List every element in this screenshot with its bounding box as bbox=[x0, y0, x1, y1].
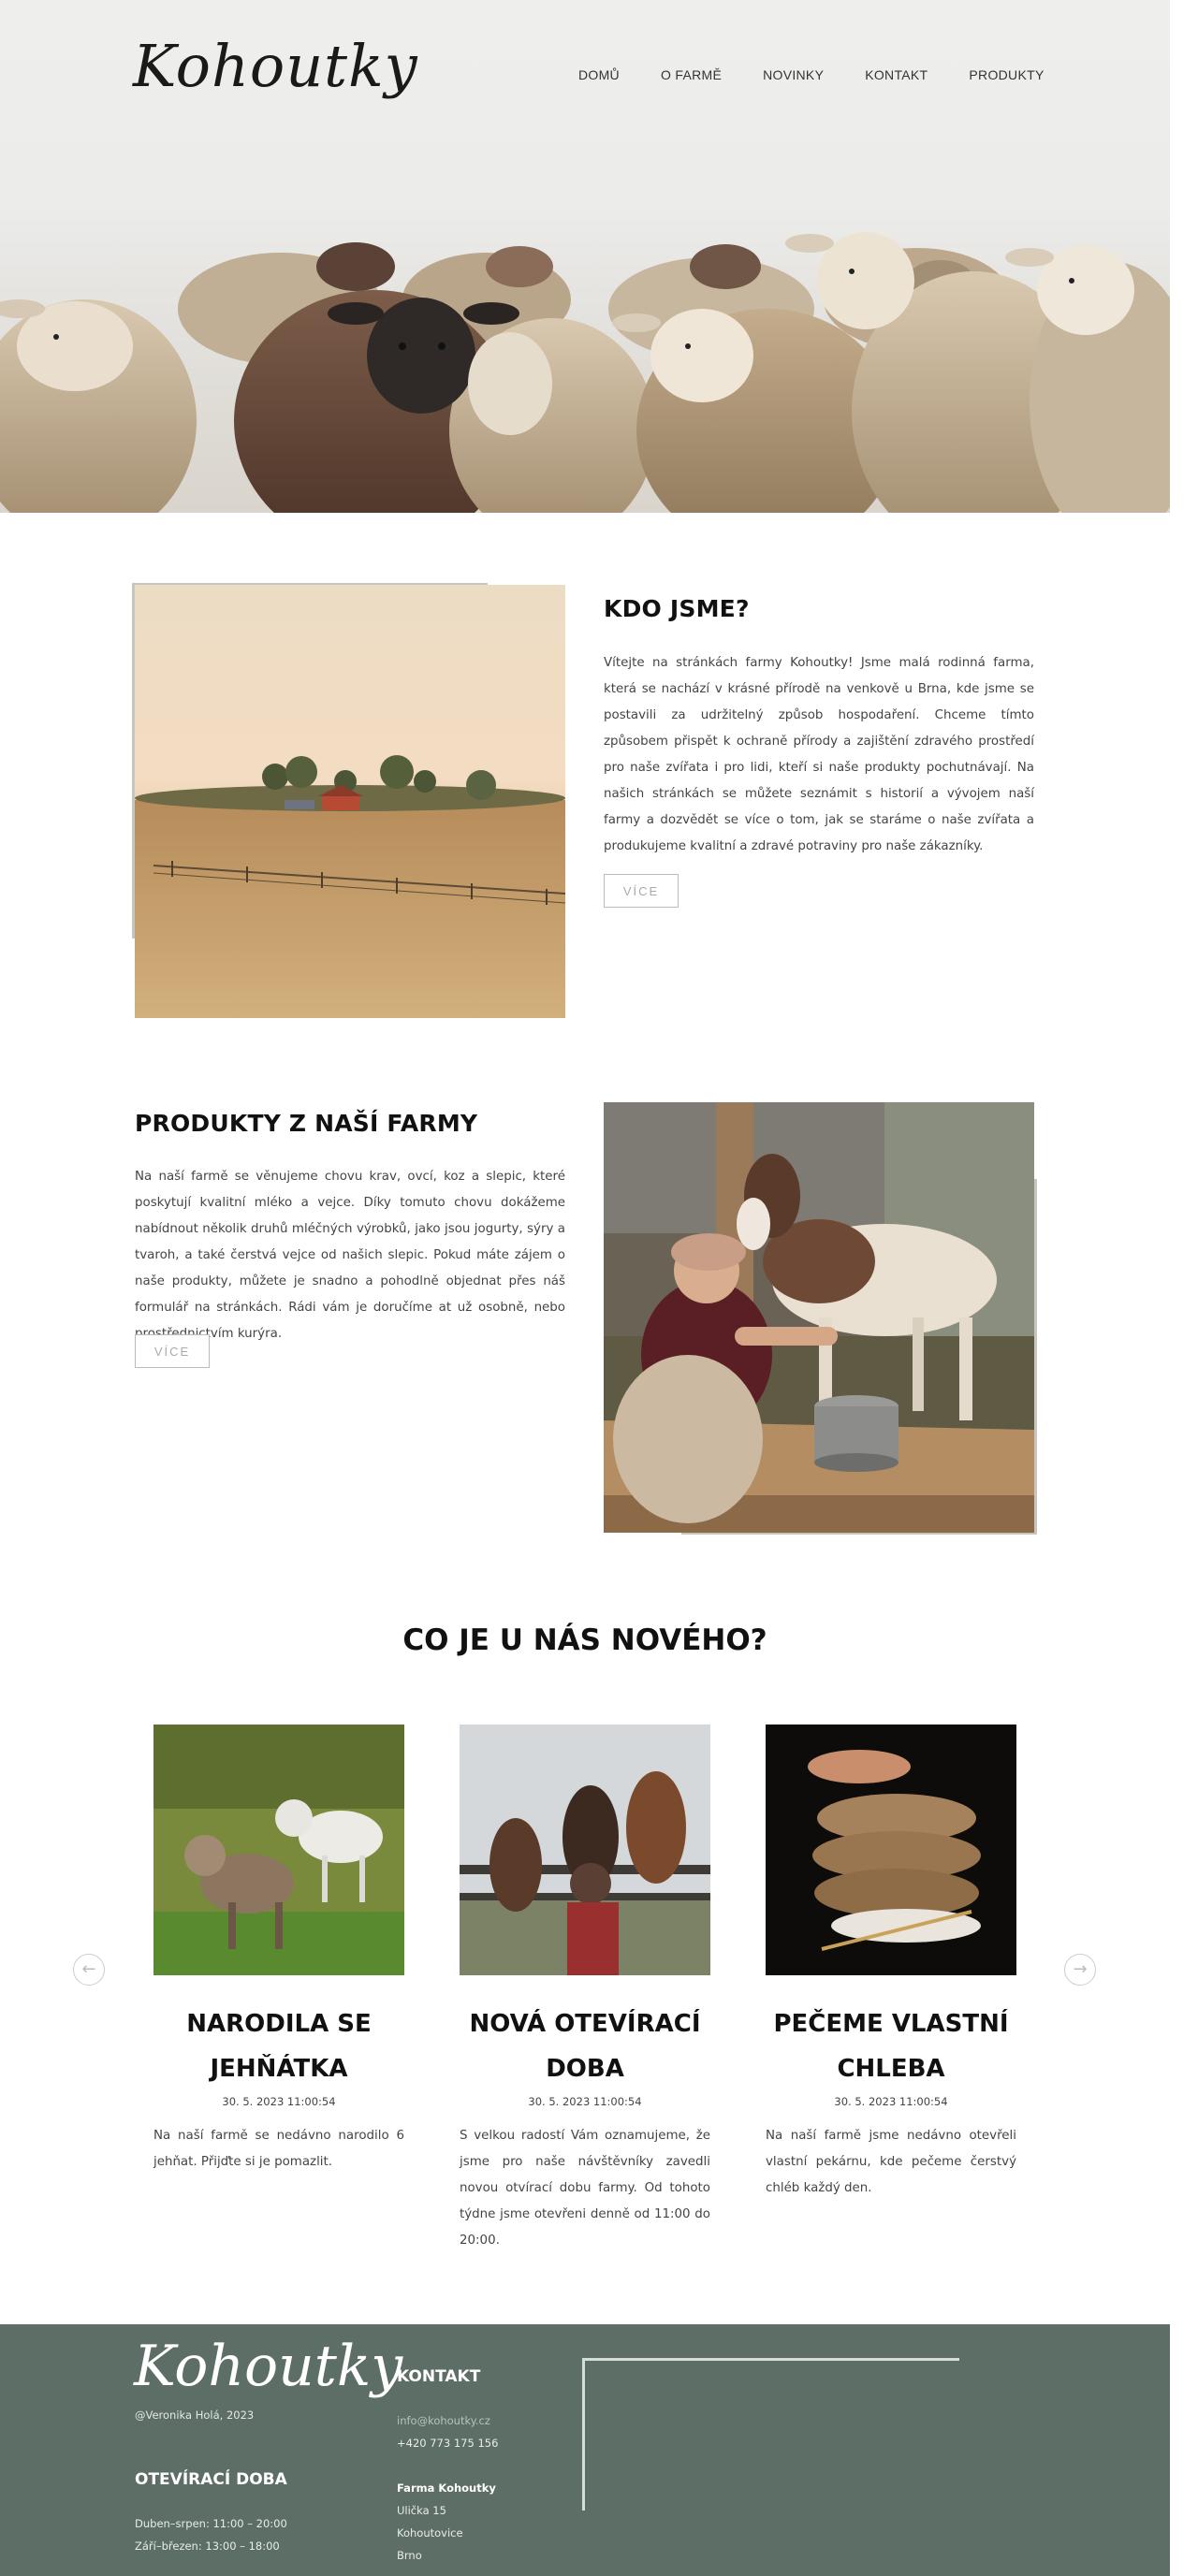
products-more-button[interactable]: VÍCE bbox=[135, 1334, 210, 1368]
products-title: PRODUKTY Z NAŠÍ FARMY bbox=[135, 1110, 478, 1137]
farm-photo bbox=[135, 585, 565, 1018]
news-card-title[interactable]: NARODILA SE JEHŇÁTKA bbox=[153, 2001, 404, 2091]
news-card-image bbox=[460, 1725, 710, 1975]
footer-address-name: Farma Kohoutky bbox=[397, 2481, 496, 2495]
nav-item-about-farm[interactable]: O FARMĚ bbox=[661, 67, 722, 82]
footer-contact-title: KONTAKT bbox=[397, 2367, 481, 2386]
news-title: CO JE U NÁS NOVÉHO? bbox=[402, 1623, 767, 1657]
news-card-date: 30. 5. 2023 11:00:54 bbox=[834, 2095, 948, 2108]
news-card-title[interactable]: PEČEME VLASTNÍ CHLEBA bbox=[766, 2001, 1016, 2091]
goat-photo-frame-right bbox=[1034, 1179, 1037, 1535]
nav-item-home[interactable]: DOMŮ bbox=[578, 67, 620, 82]
footer-hours-line: Září–březen: 13:00 – 18:00 bbox=[135, 2540, 280, 2553]
farm-landscape-image bbox=[135, 585, 565, 1018]
news-card-date: 30. 5. 2023 11:00:54 bbox=[528, 2095, 642, 2108]
footer: Kohoutky @Veronika Holá, 2023 OTEVÍRACÍ … bbox=[0, 2324, 1170, 2576]
carousel-prev-arrow-icon[interactable]: ← bbox=[73, 1954, 105, 1986]
hero-header: Kohoutky DOMŮ O FARMĚ NOVINKY KONTAKT PR… bbox=[0, 0, 1170, 513]
footer-copyright: @Veronika Holá, 2023 bbox=[135, 2409, 255, 2422]
footer-email: info@kohoutky.cz bbox=[397, 2414, 490, 2427]
news-card-text: Na naší farmě jsme nedávno otevřeli vlas… bbox=[766, 2129, 1016, 2195]
news-card: NOVÁ OTEVÍRACÍ DOBA 30. 5. 2023 11:00:54… bbox=[460, 1725, 710, 2254]
main-nav: DOMŮ O FARMĚ NOVINKY KONTAKT PRODUKTY bbox=[578, 67, 1045, 82]
footer-hours-line: Duben–srpen: 11:00 – 20:00 bbox=[135, 2517, 287, 2530]
baby-goats-image bbox=[153, 1725, 404, 1975]
about-title: KDO JSME? bbox=[604, 595, 750, 622]
page-right-margin bbox=[1170, 0, 1198, 2576]
footer-email-link[interactable]: info@kohoutky.cz bbox=[397, 2414, 490, 2427]
page: Kohoutky DOMŮ O FARMĚ NOVINKY KONTAKT PR… bbox=[0, 0, 1198, 2576]
nav-item-contact[interactable]: KONTAKT bbox=[865, 67, 928, 82]
goat-milking-photo bbox=[604, 1102, 1034, 1533]
footer-map-frame bbox=[582, 2358, 959, 2511]
news-card: NARODILA SE JEHŇÁTKA 30. 5. 2023 11:00:5… bbox=[153, 1725, 404, 2176]
news-card: PEČEME VLASTNÍ CHLEBA 30. 5. 2023 11:00:… bbox=[766, 1725, 1016, 2202]
footer-hours-title: OTEVÍRACÍ DOBA bbox=[135, 2470, 287, 2489]
news-card-date: 30. 5. 2023 11:00:54 bbox=[222, 2095, 336, 2108]
logo[interactable]: Kohoutky bbox=[133, 32, 418, 100]
products-text: Na naší farmě se věnujeme chovu krav, ov… bbox=[135, 1170, 565, 1341]
news-card-image bbox=[766, 1725, 1016, 1975]
news-card-image bbox=[153, 1725, 404, 1975]
nav-item-news[interactable]: NOVINKY bbox=[763, 67, 824, 82]
news-card-text: S velkou radostí Vám oznamujeme, že jsme… bbox=[460, 2129, 710, 2248]
about-text: Vítejte na stránkách farmy Kohoutky! Jsm… bbox=[604, 656, 1034, 853]
bread-image bbox=[766, 1725, 1016, 1975]
footer-address-line: Kohoutovice bbox=[397, 2526, 463, 2540]
goat-milking-image bbox=[604, 1102, 1034, 1533]
footer-address-line: Brno bbox=[397, 2549, 422, 2562]
footer-phone: +420 773 175 156 bbox=[397, 2437, 499, 2450]
footer-address-line: Ulička 15 bbox=[397, 2504, 446, 2517]
footer-logo[interactable]: Kohoutky bbox=[134, 2334, 402, 2399]
about-more-button[interactable]: VÍCE bbox=[604, 874, 679, 908]
carousel-next-arrow-icon[interactable]: → bbox=[1064, 1954, 1096, 1986]
horses-image bbox=[460, 1725, 710, 1975]
news-card-title[interactable]: NOVÁ OTEVÍRACÍ DOBA bbox=[460, 2001, 710, 2091]
news-card-text: Na naší farmě se nedávno narodilo 6 jehň… bbox=[153, 2129, 404, 2169]
nav-item-products[interactable]: PRODUKTY bbox=[969, 67, 1044, 82]
